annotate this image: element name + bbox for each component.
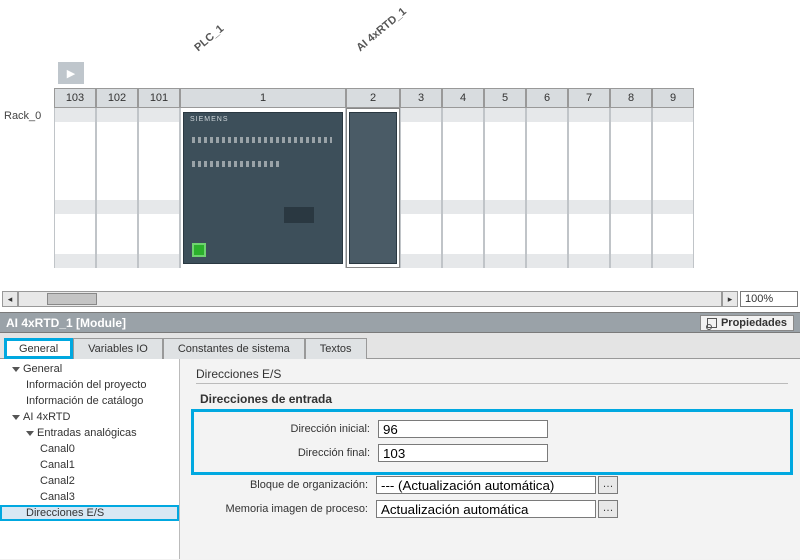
tab-general[interactable]: General <box>4 338 73 359</box>
rack-slot-102[interactable] <box>96 108 138 268</box>
slot-header-7[interactable]: 7 <box>568 88 610 108</box>
property-form: Direcciones E/S Direcciones de entrada D… <box>180 359 800 559</box>
properties-label: Propiedades <box>721 317 787 329</box>
label-organization-block: Bloque de organización: <box>196 479 376 491</box>
input-end-address[interactable] <box>378 444 548 462</box>
plc-module[interactable]: SIEMENS <box>183 112 343 264</box>
nav-project-info[interactable]: Información del proyecto <box>0 377 179 393</box>
chevron-left-icon: ◂ <box>8 294 13 305</box>
nav-channel1[interactable]: Canal1 <box>0 457 179 473</box>
scroll-left-button[interactable]: ◂ <box>2 291 18 307</box>
tab-texts[interactable]: Textos <box>305 338 367 359</box>
plc-brand-label: SIEMENS <box>190 116 229 123</box>
input-start-address[interactable] <box>378 420 548 438</box>
nav-analog-inputs-label: Entradas analógicas <box>37 427 137 439</box>
nav-channel2[interactable]: Canal2 <box>0 473 179 489</box>
nav-channel3[interactable]: Canal3 <box>0 489 179 505</box>
slot-header-4[interactable]: 4 <box>442 88 484 108</box>
nav-io-addresses[interactable]: Direcciones E/S <box>0 505 179 521</box>
browse-pimg-button[interactable]: … <box>598 500 618 518</box>
inspector-titlebar: AI 4xRTD_1 [Module] Propiedades <box>0 313 800 333</box>
highlight-address-range: Dirección inicial: Dirección final: <box>196 414 788 470</box>
slot-header-3[interactable]: 3 <box>400 88 442 108</box>
property-nav-tree: General Información del proyecto Informa… <box>0 359 180 559</box>
slot-header-1[interactable]: 1 <box>180 88 346 108</box>
slot-label-plc: PLC_1 <box>192 23 226 54</box>
properties-button[interactable]: Propiedades <box>700 315 794 331</box>
rack-slot-101[interactable] <box>138 108 180 268</box>
tab-system-constants[interactable]: Constantes de sistema <box>163 338 305 359</box>
plc-led-strip-2 <box>192 161 282 167</box>
chevron-down-icon <box>12 367 20 372</box>
inspector-body: General Información del proyecto Informa… <box>0 359 800 559</box>
plc-led-strip <box>192 137 332 143</box>
inspector-tabs: General Variables IO Constantes de siste… <box>0 333 800 359</box>
nav-ai4xrtd-label: AI 4xRTD <box>23 411 70 423</box>
slot-header-5[interactable]: 5 <box>484 88 526 108</box>
inspector-panel: AI 4xRTD_1 [Module] Propiedades General … <box>0 312 800 560</box>
subsection-input-addresses: Direcciones de entrada <box>200 392 788 406</box>
rack-name-label: Rack_0 <box>4 110 41 122</box>
nav-channel0[interactable]: Canal0 <box>0 441 179 457</box>
scroll-right-button[interactable]: ▸ <box>722 291 738 307</box>
scroll-track[interactable] <box>18 291 722 307</box>
rack-slot-1-plc[interactable]: SIEMENS <box>180 108 346 268</box>
properties-icon <box>707 318 717 328</box>
play-icon: ▶ <box>67 67 75 80</box>
rack-labels: PLC_1 AI 4xRTD_1 <box>0 0 800 60</box>
nav-analog-inputs[interactable]: Entradas analógicas <box>0 425 179 441</box>
rack-slot-7[interactable] <box>568 108 610 268</box>
slot-label-rtd: AI 4xRTD_1 <box>354 6 409 54</box>
plc-ethernet-port <box>284 207 314 223</box>
horizontal-scrollbar-row: ◂ ▸ 100% <box>2 290 798 308</box>
row-process-image: Memoria imagen de proceso: … <box>196 498 788 520</box>
label-start-address: Dirección inicial: <box>198 423 378 435</box>
nav-general[interactable]: General <box>0 361 179 377</box>
inspector-title: AI 4xRTD_1 [Module] <box>6 316 126 330</box>
input-organization-block[interactable] <box>376 476 596 494</box>
slot-header-6[interactable]: 6 <box>526 88 568 108</box>
plc-run-led <box>192 243 206 257</box>
rack-nav-right-button[interactable]: ▶ <box>58 62 84 84</box>
label-process-image: Memoria imagen de proceso: <box>196 503 376 515</box>
slot-header-9[interactable]: 9 <box>652 88 694 108</box>
chevron-down-icon <box>12 415 20 420</box>
rack-slot-2-rtd[interactable] <box>346 108 400 268</box>
row-end-address: Dirección final: <box>198 442 786 464</box>
rack-slot-6[interactable] <box>526 108 568 268</box>
row-start-address: Dirección inicial: <box>198 418 786 440</box>
slot-header-row: 103 102 101 1 2 3 4 5 6 7 8 9 <box>54 88 694 108</box>
label-end-address: Dirección final: <box>198 447 378 459</box>
rack-slot-4[interactable] <box>442 108 484 268</box>
rack-slot-5[interactable] <box>484 108 526 268</box>
rack-slot-3[interactable] <box>400 108 442 268</box>
section-io-addresses: Direcciones E/S <box>196 367 788 384</box>
slot-header-2[interactable]: 2 <box>346 88 400 108</box>
input-process-image[interactable] <box>376 500 596 518</box>
slot-header-8[interactable]: 8 <box>610 88 652 108</box>
zoom-field[interactable]: 100% <box>740 291 798 307</box>
rack-grid: SIEMENS <box>54 108 694 268</box>
slot-header-103[interactable]: 103 <box>54 88 96 108</box>
browse-ob-button[interactable]: … <box>598 476 618 494</box>
rack-slot-8[interactable] <box>610 108 652 268</box>
chevron-right-icon: ▸ <box>728 294 733 305</box>
row-organization-block: Bloque de organización: … <box>196 474 788 496</box>
rack-slot-9[interactable] <box>652 108 694 268</box>
nav-general-label: General <box>23 363 62 375</box>
slot-header-102[interactable]: 102 <box>96 88 138 108</box>
chevron-down-icon <box>26 431 34 436</box>
rtd-module[interactable] <box>349 112 397 264</box>
rack-slot-103[interactable] <box>54 108 96 268</box>
nav-catalog-info[interactable]: Información de catálogo <box>0 393 179 409</box>
scroll-thumb[interactable] <box>47 293 97 305</box>
nav-ai4xrtd[interactable]: AI 4xRTD <box>0 409 179 425</box>
device-view: PLC_1 AI 4xRTD_1 ▶ 103 102 101 1 2 3 4 5… <box>0 0 800 310</box>
slot-header-101[interactable]: 101 <box>138 88 180 108</box>
tab-variables-io[interactable]: Variables IO <box>73 338 163 359</box>
